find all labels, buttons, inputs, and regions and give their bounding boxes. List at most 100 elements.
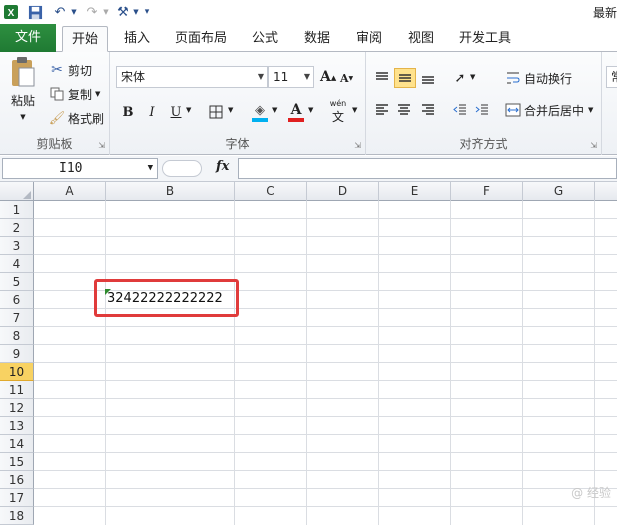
decrease-indent-button[interactable] (450, 100, 470, 120)
undo-dropdown-icon[interactable]: ▼ (70, 2, 78, 22)
formula-bar: I10 ▼ fx (0, 156, 617, 182)
tools-icon[interactable]: ⚒ (114, 2, 132, 22)
increase-indent-button[interactable] (472, 100, 492, 120)
column-header-d[interactable]: D (307, 182, 379, 201)
row-header[interactable]: 7 (0, 309, 34, 327)
gridline (594, 201, 595, 525)
align-top-button[interactable] (372, 68, 392, 88)
paste-button[interactable]: 粘贴 ▼ (6, 56, 40, 126)
tab-formulas[interactable]: 公式 (244, 26, 286, 52)
select-all-button[interactable] (0, 182, 34, 201)
borders-button[interactable] (206, 102, 226, 122)
orientation-button[interactable]: ➚ (450, 68, 470, 88)
fill-color-button[interactable]: ◈ (250, 100, 270, 124)
tab-file[interactable]: 文件 (0, 24, 56, 52)
font-name-combo[interactable]: 宋体 ▼ (116, 66, 268, 88)
cut-button[interactable]: ✂ 剪切 (48, 60, 92, 80)
number-format-value: 常 (611, 70, 617, 84)
font-color-button[interactable]: A (286, 100, 306, 124)
number-format-combo[interactable]: 常 (606, 66, 617, 88)
phonetic-dropdown-icon[interactable]: ▼ (352, 106, 357, 114)
row-header[interactable]: 12 (0, 399, 34, 417)
font-size-combo[interactable]: 11 ▼ (268, 66, 314, 88)
row-header-active[interactable]: 10 (0, 363, 34, 381)
row-header[interactable]: 16 (0, 471, 34, 489)
column-header-f[interactable]: F (451, 182, 523, 201)
borders-dropdown-icon[interactable]: ▼ (228, 106, 233, 114)
column-header-c[interactable]: C (235, 182, 307, 201)
row-header[interactable]: 14 (0, 435, 34, 453)
gridline (522, 201, 523, 525)
gridline (34, 452, 617, 453)
fill-color-dropdown-icon[interactable]: ▼ (272, 106, 277, 114)
row-header[interactable]: 15 (0, 453, 34, 471)
underline-button[interactable]: U (166, 102, 186, 122)
align-bottom-button[interactable] (418, 68, 438, 88)
clipboard-group-label: 剪贴板 (36, 137, 73, 151)
row-header[interactable]: 2 (0, 219, 34, 237)
column-header-a[interactable]: A (34, 182, 106, 201)
worksheet-grid[interactable]: A B C D E F G 1 2 3 4 5 6 7 8 9 10 11 12… (0, 182, 617, 525)
font-color-dropdown-icon[interactable]: ▼ (308, 106, 313, 114)
undo-icon[interactable]: ↶ (50, 2, 70, 22)
tab-home[interactable]: 开始 (62, 26, 108, 52)
column-header-e[interactable]: E (379, 182, 451, 201)
gridline (450, 201, 451, 525)
row-header[interactable]: 9 (0, 345, 34, 363)
row-header[interactable]: 13 (0, 417, 34, 435)
align-right-button[interactable] (418, 100, 438, 120)
gridline (306, 201, 307, 525)
align-center-button[interactable] (394, 100, 414, 120)
gridline (34, 218, 617, 219)
redo-dropdown-icon[interactable]: ▼ (102, 2, 110, 22)
column-header-g[interactable]: G (523, 182, 595, 201)
tab-developer[interactable]: 开发工具 (452, 26, 518, 52)
format-painter-button[interactable]: 🖌 格式刷 (48, 108, 104, 128)
insert-function-icon[interactable]: fx (216, 159, 229, 174)
row-header[interactable]: 4 (0, 255, 34, 273)
align-left-button[interactable] (372, 100, 392, 120)
clipboard-launcher-icon[interactable]: ⇲ (98, 141, 105, 150)
decrease-font-size-button[interactable]: A ▼ (340, 70, 356, 86)
font-name-value: 宋体 (121, 70, 146, 84)
merge-center-button[interactable]: 合并后居中 ▼ (504, 100, 593, 120)
customize-qat-icon[interactable]: ▾ (142, 2, 152, 22)
wrap-text-button[interactable]: 自动换行 (504, 68, 572, 88)
row-header[interactable]: 3 (0, 237, 34, 255)
tab-page-layout[interactable]: 页面布局 (170, 26, 232, 52)
row-header[interactable]: 6 (0, 291, 34, 309)
formula-bar-resize-handle[interactable] (162, 160, 202, 177)
border-grid-icon (209, 105, 223, 119)
wrap-text-label: 自动换行 (524, 71, 573, 86)
increase-font-size-button[interactable]: A ▲ (320, 68, 336, 86)
font-color-swatch (288, 118, 304, 122)
tab-insert[interactable]: 插入 (116, 26, 158, 52)
italic-button[interactable]: I (142, 102, 162, 122)
orientation-dropdown-icon[interactable]: ▼ (470, 73, 475, 81)
row-header[interactable]: 18 (0, 507, 34, 525)
alignment-launcher-icon[interactable]: ⇲ (590, 141, 597, 150)
gridline (378, 201, 379, 525)
tab-review[interactable]: 审阅 (348, 26, 390, 52)
ribbon: 粘贴 ▼ ✂ 剪切 复制 ▼ 🖌 格式刷 剪贴板 ⇲ 宋体 ▼ 11 ▼ A ▲… (0, 52, 617, 155)
column-header-b[interactable]: B (106, 182, 235, 201)
redo-icon[interactable]: ↷ (82, 2, 102, 22)
row-header[interactable]: 17 (0, 489, 34, 507)
copy-button[interactable]: 复制 ▼ (48, 84, 100, 104)
save-icon[interactable] (26, 2, 44, 22)
row-header[interactable]: 5 (0, 273, 34, 291)
align-middle-button[interactable] (394, 68, 416, 88)
align-middle-icon (399, 74, 411, 82)
row-header[interactable]: 8 (0, 327, 34, 345)
row-header[interactable]: 1 (0, 201, 34, 219)
name-box[interactable]: I10 ▼ (2, 158, 158, 179)
phonetic-guide-button[interactable]: wén 文 (326, 99, 350, 124)
formula-input[interactable] (238, 158, 617, 179)
tab-data[interactable]: 数据 (296, 26, 338, 52)
font-launcher-icon[interactable]: ⇲ (354, 141, 361, 150)
tools-dropdown-icon[interactable]: ▼ (132, 2, 140, 22)
tab-view[interactable]: 视图 (400, 26, 442, 52)
underline-dropdown-icon[interactable]: ▼ (186, 106, 191, 114)
row-header[interactable]: 11 (0, 381, 34, 399)
bold-button[interactable]: B (118, 102, 138, 122)
